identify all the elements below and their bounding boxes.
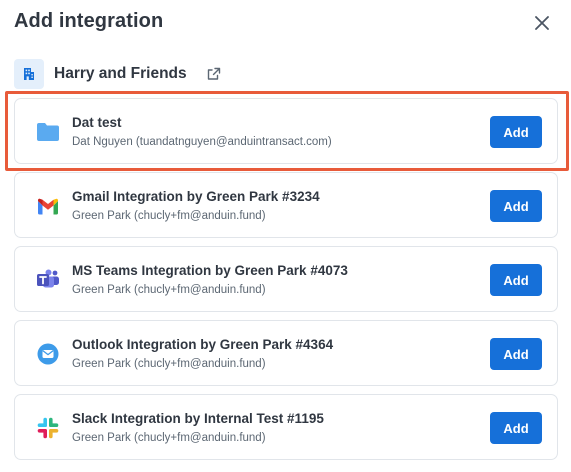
integration-title: Slack Integration by Internal Test #1195 — [72, 411, 324, 426]
outlook-icon — [35, 341, 61, 367]
slack-icon — [35, 415, 61, 441]
add-button[interactable]: Add — [490, 264, 542, 296]
integration-title: Outlook Integration by Green Park #4364 — [72, 337, 334, 352]
ms-teams-icon — [35, 267, 61, 293]
integration-card: Dat test Dat Nguyen (tuandatnguyen@andui… — [14, 98, 558, 164]
add-button[interactable]: Add — [490, 190, 542, 222]
dialog-title: Add integration — [14, 10, 164, 32]
integration-owner: Green Park (chucly+fm@anduin.fund) — [72, 432, 266, 444]
integration-card: Gmail Integration by Green Park #3234 Gr… — [14, 172, 558, 238]
integration-card: Slack Integration by Internal Test #1195… — [14, 394, 558, 460]
building-icon — [14, 59, 44, 89]
add-button[interactable]: Add — [490, 338, 542, 370]
folder-icon — [35, 119, 61, 145]
integration-owner: Green Park (chucly+fm@anduin.fund) — [72, 210, 266, 222]
integration-owner: Dat Nguyen (tuandatnguyen@anduintransact… — [72, 136, 332, 148]
integration-title: Dat test — [72, 115, 122, 130]
add-button[interactable]: Add — [490, 412, 542, 444]
external-link-icon[interactable] — [207, 66, 223, 82]
integration-card: Outlook Integration by Green Park #4364 … — [14, 320, 558, 386]
organization-name: Harry and Friends — [54, 65, 187, 82]
integration-owner: Green Park (chucly+fm@anduin.fund) — [72, 284, 266, 296]
close-icon — [535, 16, 549, 30]
integration-title: MS Teams Integration by Green Park #4073 — [72, 263, 348, 278]
integration-card: MS Teams Integration by Green Park #4073… — [14, 246, 558, 312]
add-button[interactable]: Add — [490, 116, 542, 148]
organization-row: Harry and Friends — [14, 59, 223, 89]
gmail-icon — [35, 193, 61, 219]
close-button[interactable] — [528, 9, 556, 37]
integration-owner: Green Park (chucly+fm@anduin.fund) — [72, 358, 266, 370]
integration-title: Gmail Integration by Green Park #3234 — [72, 189, 320, 204]
